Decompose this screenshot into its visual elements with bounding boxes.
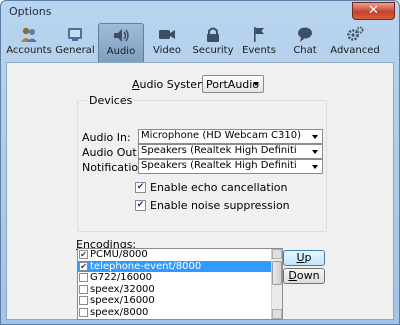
tab-audio-label: Audio xyxy=(106,46,136,57)
tab-audio[interactable]: Audio xyxy=(98,23,144,62)
chat-bubble-icon xyxy=(298,27,312,42)
move-up-button[interactable]: Up xyxy=(283,250,325,266)
tab-video-label: Video xyxy=(152,45,182,56)
accounts-icon xyxy=(21,27,37,42)
audio-system-select[interactable]: PortAudio xyxy=(202,75,264,93)
video-camera-icon xyxy=(159,30,175,39)
tab-accounts-label: Accounts xyxy=(6,45,52,56)
encoding-item[interactable]: speex/32000 xyxy=(78,284,272,296)
echo-cancellation-checkbox[interactable]: ✔ xyxy=(135,182,146,193)
speaker-icon xyxy=(114,29,129,42)
tab-general-label: General xyxy=(55,45,95,56)
encoding-name: speex/16000 xyxy=(90,295,155,307)
noise-suppression-label: Enable noise suppression xyxy=(150,199,290,212)
scroll-down-button[interactable] xyxy=(272,309,282,319)
devices-group: Devices Audio In: Microphone (HD Webcam … xyxy=(77,94,327,232)
options-window: Options ✕ Accounts General Audio Video S… xyxy=(0,0,400,325)
encoding-item[interactable]: G722/16000 xyxy=(78,272,272,284)
chevron-down-icon xyxy=(312,150,318,154)
audio-in-select[interactable]: Microphone (HD Webcam C310) xyxy=(138,129,323,144)
audio-panel: Audio System: PortAudio Devices Audio In… xyxy=(6,62,394,320)
encoding-name: speex/32000 xyxy=(90,283,155,295)
options-toolbar: Accounts General Audio Video Security Ev… xyxy=(6,23,394,62)
encoding-checkbox[interactable] xyxy=(79,296,88,306)
encoding-checkbox[interactable] xyxy=(79,273,88,283)
encoding-item[interactable]: ✔ PCMU/8000 xyxy=(78,249,272,261)
chevron-down-icon xyxy=(312,135,318,139)
scroll-up-button[interactable] xyxy=(272,249,282,259)
general-icon xyxy=(68,28,82,41)
chevron-down-icon xyxy=(253,82,259,86)
title-bar: Options ✕ xyxy=(1,1,399,23)
encoding-checkbox[interactable] xyxy=(79,284,88,294)
tab-advanced-label: Advanced xyxy=(330,45,380,56)
tab-video[interactable]: Video xyxy=(144,23,190,62)
window-title: Options xyxy=(9,5,52,18)
encoding-checkbox[interactable]: ✔ xyxy=(79,261,88,271)
encoding-checkbox[interactable]: ✔ xyxy=(79,250,88,260)
flag-icon xyxy=(254,27,264,42)
move-down-button[interactable]: Down xyxy=(283,268,325,284)
encodings-list[interactable]: ✔ PCMU/8000 ✔ telephone-event/8000 G722/… xyxy=(77,248,283,320)
tab-chat-label: Chat xyxy=(293,45,317,56)
audio-in-value: Microphone (HD Webcam C310) xyxy=(141,130,302,141)
tab-events-label: Events xyxy=(242,45,276,56)
encoding-name: G722/16000 xyxy=(90,272,153,284)
audio-out-select[interactable]: Speakers (Realtek High Definiti xyxy=(138,144,323,159)
tab-security-label: Security xyxy=(192,45,234,56)
notifications-select[interactable]: Speakers (Realtek High Definiti xyxy=(138,159,323,174)
scroll-thumb[interactable] xyxy=(272,261,282,285)
chevron-down-icon xyxy=(312,165,318,169)
audio-out-value: Speakers (Realtek High Definiti xyxy=(141,145,297,156)
encoding-item[interactable]: speex/8000 xyxy=(78,307,272,319)
audio-in-label: Audio In: xyxy=(82,131,131,144)
audio-out-label: Audio Out: xyxy=(82,146,141,159)
gears-icon xyxy=(347,26,364,41)
lock-icon xyxy=(207,27,219,42)
encoding-item-selected[interactable]: ✔ telephone-event/8000 xyxy=(78,260,272,272)
encoding-name: telephone-event/8000 xyxy=(90,260,202,272)
tab-accounts[interactable]: Accounts xyxy=(6,23,52,62)
encoding-item[interactable]: speex/16000 xyxy=(78,295,272,307)
echo-cancellation-label: Enable echo cancellation xyxy=(150,181,288,194)
echo-cancellation-row[interactable]: ✔ Enable echo cancellation xyxy=(135,181,287,194)
close-button[interactable]: ✕ xyxy=(352,2,395,20)
tab-chat[interactable]: Chat xyxy=(282,23,328,62)
notifications-value: Speakers (Realtek High Definiti xyxy=(141,160,297,171)
tab-general[interactable]: General xyxy=(52,23,98,62)
audio-system-label: Audio System: xyxy=(132,78,212,91)
tab-advanced[interactable]: Advanced xyxy=(328,23,382,62)
audio-system-value: PortAudio xyxy=(206,78,260,91)
encodings-scrollbar[interactable] xyxy=(271,249,282,319)
encoding-name: speex/8000 xyxy=(90,306,149,318)
devices-title: Devices xyxy=(87,94,135,107)
encoding-checkbox[interactable] xyxy=(79,307,88,317)
noise-suppression-row[interactable]: ✔ Enable noise suppression xyxy=(135,199,290,212)
encoding-name: PCMU/8000 xyxy=(90,249,148,261)
tab-security[interactable]: Security xyxy=(190,23,236,62)
noise-suppression-checkbox[interactable]: ✔ xyxy=(135,200,146,211)
tab-events[interactable]: Events xyxy=(236,23,282,62)
